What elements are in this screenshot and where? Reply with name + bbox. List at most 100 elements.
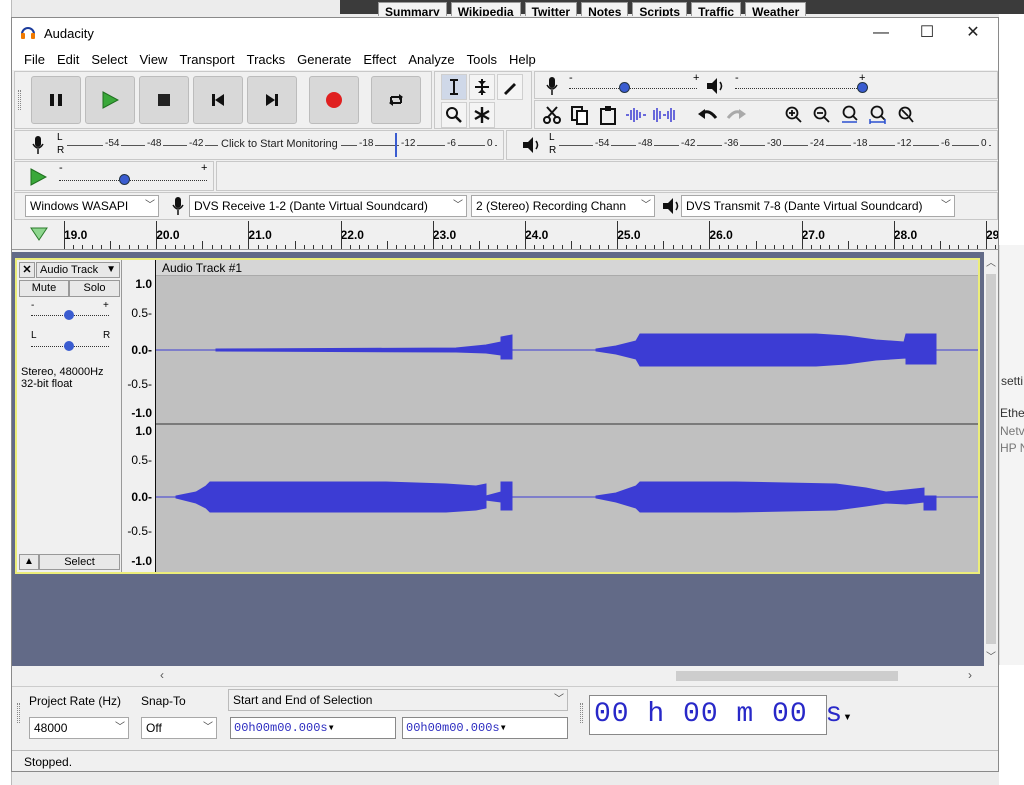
copy-button[interactable] xyxy=(567,102,593,128)
menu-effect[interactable]: Effect xyxy=(357,52,402,67)
record-volume-track[interactable] xyxy=(569,88,697,89)
speed-track[interactable] xyxy=(59,180,207,181)
output-device-dropdown[interactable]: DVS Transmit 7-8 (Dante Virtual Soundcar… xyxy=(681,195,955,217)
timeline-label: 24.0 xyxy=(525,228,549,242)
fit-project-button[interactable] xyxy=(865,102,891,128)
skip-to-start-button[interactable] xyxy=(193,76,243,124)
vertical-scrollbar[interactable]: ︿ ﹀ xyxy=(984,252,998,666)
input-device-dropdown[interactable]: DVS Receive 1-2 (Dante Virtual Soundcard… xyxy=(189,195,467,217)
playback-meter-speaker-icon[interactable] xyxy=(521,135,543,155)
scroll-right-icon[interactable]: › xyxy=(968,668,972,682)
track-area[interactable]: ✕ Audio Track ▼ Mute Solo - + L R Stereo,… xyxy=(12,252,984,666)
bg-tab[interactable]: Summary xyxy=(378,2,447,16)
scroll-down-icon[interactable]: ﹀ xyxy=(986,648,996,663)
trim-button[interactable] xyxy=(623,102,649,128)
track-name: Audio Track xyxy=(40,264,99,276)
menu-select[interactable]: Select xyxy=(85,52,133,67)
selection-tool-button[interactable] xyxy=(441,74,467,100)
timeline-tick xyxy=(257,245,259,249)
bg-tab[interactable]: Traffic xyxy=(691,2,742,16)
paste-button[interactable] xyxy=(595,102,621,128)
selection-end-time[interactable]: 00h00m00.000s▾ xyxy=(402,717,568,739)
timeline-ruler[interactable]: 19.0 20.0 21.0 22.0 23.0 24.0 25.0 26.0 27.0 28.0… xyxy=(12,221,998,250)
solo-button[interactable]: Solo xyxy=(69,280,120,297)
speed-slider[interactable] xyxy=(119,174,130,185)
menu-transport[interactable]: Transport xyxy=(173,52,240,67)
play-volume-slider[interactable] xyxy=(857,82,868,93)
skip-to-end-button[interactable] xyxy=(247,76,297,124)
redo-button[interactable] xyxy=(723,102,749,128)
audio-host-dropdown[interactable]: Windows WASAPI ﹀ xyxy=(25,195,159,217)
timeline-tick xyxy=(884,245,886,249)
menu-tracks[interactable]: Tracks xyxy=(241,52,292,67)
minimize-button[interactable]: — xyxy=(858,18,904,48)
cut-button[interactable] xyxy=(539,102,565,128)
toolbar-grabber[interactable] xyxy=(17,703,20,723)
stop-button[interactable] xyxy=(139,76,189,124)
timeline-tick xyxy=(506,245,508,249)
record-meter-microphone-icon[interactable] xyxy=(31,135,45,155)
pan-slider[interactable] xyxy=(64,341,74,351)
zoom-in-button[interactable] xyxy=(781,102,807,128)
pause-button[interactable] xyxy=(31,76,81,124)
play-volume-track[interactable] xyxy=(735,88,863,89)
silence-button[interactable] xyxy=(651,102,677,128)
timeline-tick xyxy=(165,245,167,249)
toolbar-grabber[interactable] xyxy=(580,703,583,723)
gain-slider[interactable] xyxy=(64,310,74,320)
selection-mode-dropdown[interactable]: Start and End of Selection ﹀ xyxy=(228,689,568,711)
project-rate-dropdown[interactable]: 48000 ﹀ xyxy=(29,717,129,739)
timeline-tick xyxy=(211,245,213,249)
vertical-scroll-thumb[interactable] xyxy=(986,274,996,644)
record-button[interactable] xyxy=(309,76,359,124)
toolbar-grabber[interactable] xyxy=(18,90,21,110)
timeline-tick xyxy=(110,241,112,249)
select-track-button[interactable]: Select xyxy=(39,554,120,570)
record-volume-slider[interactable] xyxy=(619,82,630,93)
bg-tab[interactable]: Notes xyxy=(581,2,629,16)
maximize-button[interactable]: ☐ xyxy=(904,18,950,48)
audio-position-time[interactable]: 00 h 00 m 00 s▾ xyxy=(589,695,852,735)
track-menu-button[interactable]: Audio Track ▼ xyxy=(36,262,120,278)
draw-tool-button[interactable] xyxy=(497,74,523,100)
horizontal-scroll-thumb[interactable] xyxy=(676,671,898,681)
envelope-tool-button[interactable] xyxy=(469,74,495,100)
zoom-toggle-button[interactable] xyxy=(893,102,919,128)
menu-help[interactable]: Help xyxy=(503,52,542,67)
close-button[interactable]: ✕ xyxy=(950,18,996,48)
menu-analyze[interactable]: Analyze xyxy=(402,52,460,67)
bg-tab[interactable]: Wikipedia xyxy=(450,2,521,16)
audio-track[interactable]: ✕ Audio Track ▼ Mute Solo - + L R Stereo,… xyxy=(15,258,980,574)
collapse-track-button[interactable]: ▲ xyxy=(19,554,39,570)
play-at-speed-icon[interactable] xyxy=(29,168,47,186)
multi-tool-button[interactable] xyxy=(469,102,495,128)
bg-tab[interactable]: Scripts xyxy=(632,2,688,16)
recording-channels-dropdown[interactable]: 2 (Stereo) Recording Chann ﹀ xyxy=(471,195,655,217)
scroll-left-icon[interactable]: ‹ xyxy=(160,668,164,682)
zoom-out-button[interactable] xyxy=(809,102,835,128)
zoom-tool-button[interactable] xyxy=(441,102,467,128)
timeline-tick xyxy=(82,245,84,249)
menu-view[interactable]: View xyxy=(134,52,174,67)
undo-button[interactable] xyxy=(695,102,721,128)
fit-selection-button[interactable] xyxy=(837,102,863,128)
menu-generate[interactable]: Generate xyxy=(291,52,357,67)
bg-tab[interactable]: Weather xyxy=(745,2,807,16)
waveform-display[interactable]: Audio Track #1 xyxy=(156,260,978,572)
scroll-up-icon[interactable]: ︿ xyxy=(986,254,996,269)
bg-tab[interactable]: Twitter xyxy=(524,2,578,16)
play-head-marker-icon[interactable] xyxy=(30,227,48,241)
loop-button[interactable] xyxy=(371,76,421,124)
close-track-button[interactable]: ✕ xyxy=(19,262,35,278)
horizontal-scrollbar[interactable]: ‹ › xyxy=(12,668,998,684)
menu-file[interactable]: File xyxy=(18,52,51,67)
menu-edit[interactable]: Edit xyxy=(51,52,85,67)
timeline-tick xyxy=(202,241,204,249)
mute-button[interactable]: Mute xyxy=(19,280,69,297)
play-button[interactable] xyxy=(85,76,135,124)
menu-tools[interactable]: Tools xyxy=(461,52,503,67)
selection-start-time[interactable]: 00h00m00.000s▾ xyxy=(230,717,396,739)
title-bar[interactable]: Audacity — ☐ ✕ xyxy=(12,18,998,48)
snap-to-dropdown[interactable]: Off ﹀ xyxy=(141,717,217,739)
click-to-start-monitoring[interactable]: Click to Start Monitoring xyxy=(218,138,341,150)
